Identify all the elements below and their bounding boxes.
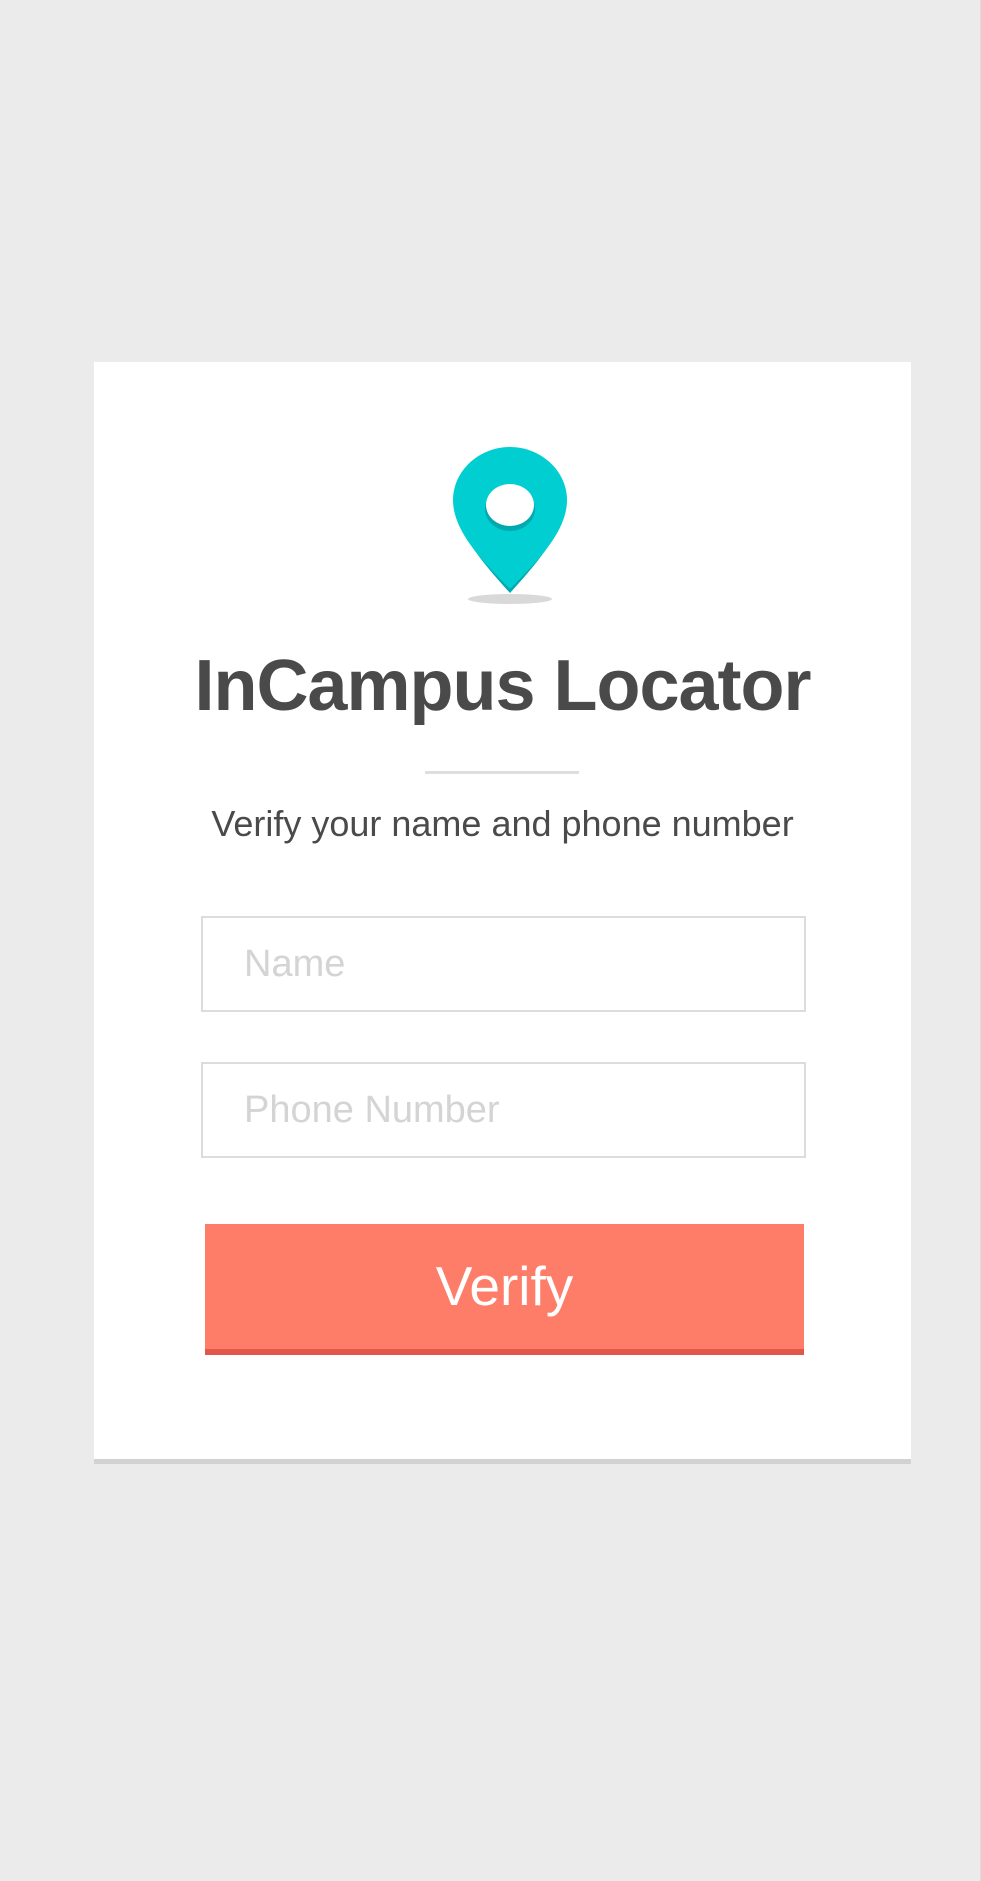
app-title: InCampus Locator bbox=[194, 646, 811, 726]
verify-button[interactable]: Verify bbox=[205, 1224, 804, 1355]
phone-number-input[interactable] bbox=[201, 1062, 806, 1158]
map-pin-icon bbox=[453, 447, 567, 604]
verification-card: InCampus Locator Verify your name and ph… bbox=[94, 362, 911, 1464]
title-divider bbox=[425, 771, 579, 774]
page-subtitle: Verify your name and phone number bbox=[211, 803, 794, 844]
name-input[interactable] bbox=[201, 916, 806, 1012]
